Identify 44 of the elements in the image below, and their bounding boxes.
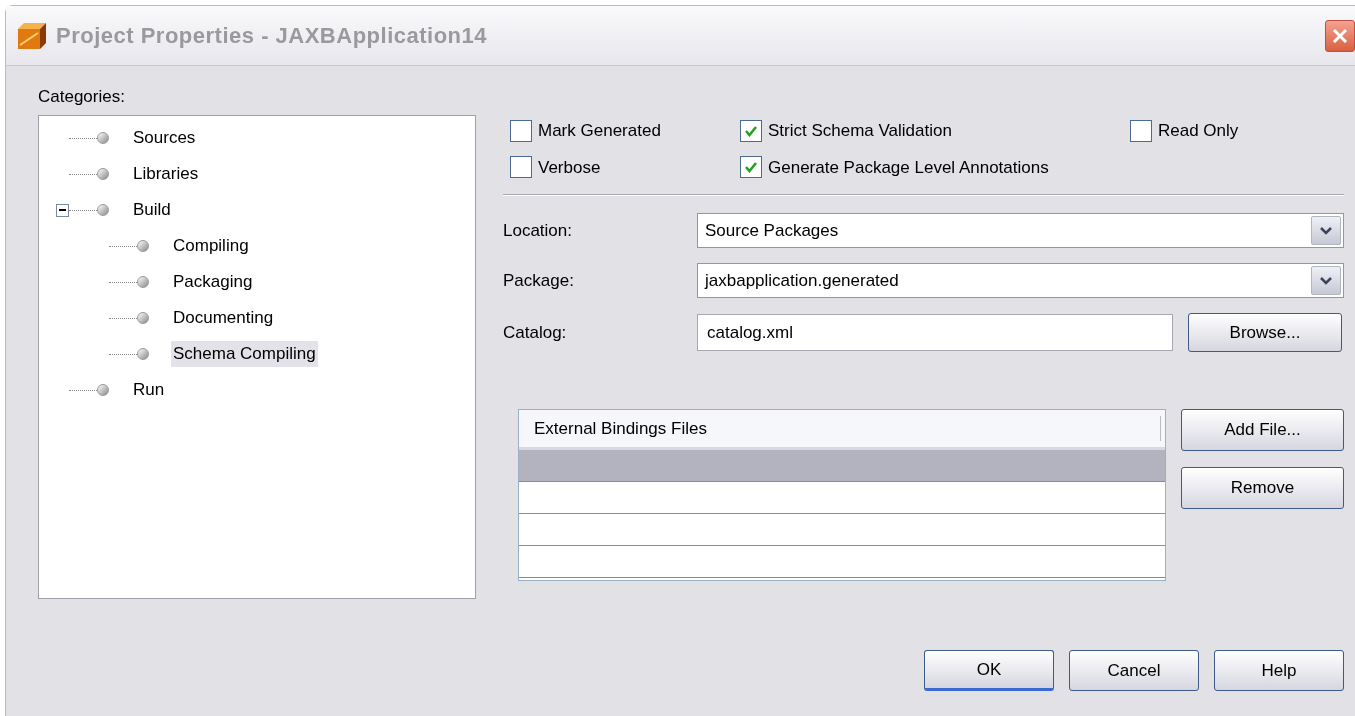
bullet-icon (137, 312, 149, 324)
bullet-icon (97, 132, 109, 144)
field-label: Package: (503, 269, 575, 292)
bullet-icon (137, 276, 149, 288)
window-title: Project Properties - JAXBApplication14 (56, 22, 487, 50)
tree-item[interactable]: Packaging (171, 269, 255, 295)
table-action-button[interactable]: Add File... (1181, 409, 1344, 451)
categories-label: Categories: (38, 86, 126, 108)
close-button[interactable] (1325, 19, 1355, 52)
checkbox-label: Strict Schema Validation (768, 120, 952, 142)
dialog-button[interactable]: Cancel (1069, 650, 1199, 691)
field-label: Location: (503, 219, 573, 242)
bullet-icon (137, 348, 149, 360)
cube-icon (16, 20, 48, 51)
dropdown[interactable]: Source Packages (697, 213, 1344, 248)
checkbox[interactable] (510, 156, 532, 179)
tree-item[interactable]: Documenting (171, 305, 276, 331)
collapse-icon[interactable] (56, 203, 69, 217)
dialog-button[interactable]: OK (924, 650, 1054, 691)
checkbox[interactable] (740, 156, 762, 179)
tree-item[interactable]: Sources (131, 125, 198, 151)
checkbox-label: Generate Package Level Annotations (768, 156, 1049, 179)
bullet-icon (97, 168, 109, 180)
tree-item[interactable]: Schema Compiling (171, 341, 318, 367)
checkbox-label: Read Only (1158, 120, 1239, 142)
table-action-button[interactable]: Remove (1181, 467, 1344, 509)
field-label: Catalog: (503, 321, 568, 344)
tree-item[interactable]: Run (131, 377, 167, 403)
checkbox-label: Mark Generated (538, 120, 661, 142)
bullet-icon (97, 384, 109, 396)
tree-item[interactable]: Compiling (171, 233, 251, 259)
bullet-icon (137, 240, 149, 252)
dialog-button[interactable]: Help (1214, 650, 1344, 691)
close-icon (1332, 27, 1348, 44)
catalog-field[interactable]: catalog.xml (697, 314, 1173, 351)
checkbox[interactable] (510, 119, 532, 142)
bullet-icon (97, 204, 109, 216)
checkbox-label: Verbose (538, 156, 601, 179)
browse-button[interactable]: Browse... (1188, 313, 1342, 352)
tree-item[interactable]: Build (131, 197, 173, 223)
checkbox[interactable] (740, 119, 762, 142)
checkbox[interactable] (1130, 119, 1152, 142)
dropdown[interactable]: jaxbapplication.generated (697, 263, 1344, 298)
tree-item[interactable]: Libraries (131, 161, 201, 187)
